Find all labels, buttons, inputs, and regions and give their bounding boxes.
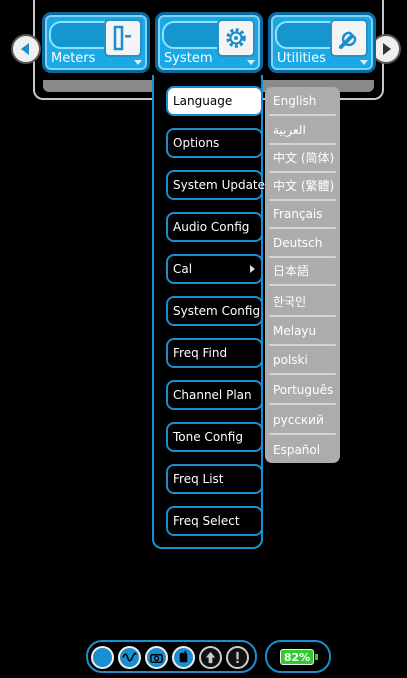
arrow-left-icon xyxy=(21,43,29,55)
chevron-down-icon xyxy=(134,60,142,65)
tab-utilities[interactable]: Utilities xyxy=(268,12,376,73)
record-button[interactable] xyxy=(91,646,114,669)
phone-button[interactable] xyxy=(172,646,195,669)
language-submenu: English العربية 中文 (简体) 中文 (繁體) Français… xyxy=(265,87,340,463)
tab-meters-label: Meters xyxy=(51,51,96,66)
battery-tip xyxy=(315,654,318,660)
tab-system[interactable]: System xyxy=(155,12,263,73)
language-option-spanish[interactable]: Español xyxy=(265,436,340,463)
tab-system-label: System xyxy=(164,51,213,66)
language-option-japanese[interactable]: 日本語 xyxy=(265,257,340,286)
waveform-button[interactable] xyxy=(118,646,141,669)
submenu-arrow-icon xyxy=(250,265,255,273)
language-option-malay[interactable]: Melayu xyxy=(265,317,340,346)
phone-icon xyxy=(179,650,188,663)
wrench-icon xyxy=(330,19,368,57)
battery-level: 82% xyxy=(283,650,311,664)
menu-item-label: Cal xyxy=(173,262,193,276)
chevron-down-icon xyxy=(247,60,255,65)
tab-utilities-label: Utilities xyxy=(277,51,326,66)
menu-item-label: Options xyxy=(173,136,220,150)
menu-item-freq-select[interactable]: Freq Select xyxy=(166,506,263,536)
tab-meters[interactable]: Meters xyxy=(42,12,150,73)
menu-item-label: System Config xyxy=(173,304,261,318)
up-arrow-button[interactable] xyxy=(199,646,222,669)
menu-item-language[interactable]: Language xyxy=(166,86,263,116)
alert-icon xyxy=(236,651,239,664)
menu-item-label: Freq List xyxy=(173,472,224,486)
language-option-english[interactable]: English xyxy=(265,87,340,116)
menu-item-audio-config[interactable]: Audio Config xyxy=(166,212,263,242)
menu-item-options[interactable]: Options xyxy=(166,128,263,158)
menu-item-system-config[interactable]: System Config xyxy=(166,296,263,326)
arrow-right-icon xyxy=(383,43,391,55)
menu-item-label: System Update xyxy=(173,178,266,192)
menu-item-label: Audio Config xyxy=(173,220,250,234)
gear-icon xyxy=(217,19,255,57)
chevron-down-icon xyxy=(360,60,368,65)
language-option-german[interactable]: Deutsch xyxy=(265,229,340,258)
menu-item-label: Tone Config xyxy=(173,430,243,444)
language-option-chinese-traditional[interactable]: 中文 (繁體) xyxy=(265,172,340,201)
language-option-portuguese[interactable]: Português xyxy=(265,376,340,405)
meters-icon xyxy=(104,19,142,57)
alert-button[interactable] xyxy=(226,646,249,669)
language-option-arabic[interactable]: العربية xyxy=(265,116,340,145)
battery-indicator: 82% xyxy=(265,640,331,673)
language-option-french[interactable]: Français xyxy=(265,200,340,229)
waveform-icon xyxy=(122,652,137,662)
battery-icon: 82% xyxy=(280,649,314,665)
menu-item-freq-list[interactable]: Freq List xyxy=(166,464,263,494)
menu-item-cal[interactable]: Cal xyxy=(166,254,263,284)
menu-item-system-update[interactable]: System Update xyxy=(166,170,266,200)
previous-page-button[interactable] xyxy=(11,34,41,64)
language-option-korean[interactable]: 한국인 xyxy=(265,288,340,317)
menu-item-freq-find[interactable]: Freq Find xyxy=(166,338,263,368)
up-arrow-icon xyxy=(205,651,216,664)
menu-item-label: Freq Select xyxy=(173,514,240,528)
menu-item-tone-config[interactable]: Tone Config xyxy=(166,422,263,452)
camera-button[interactable] xyxy=(145,646,168,669)
language-option-russian[interactable]: русский xyxy=(265,406,340,435)
menu-item-label: Language xyxy=(173,94,233,108)
menu-item-label: Channel Plan xyxy=(173,388,252,402)
camera-icon xyxy=(150,653,163,663)
status-bar xyxy=(86,640,257,673)
menu-item-label: Freq Find xyxy=(173,346,228,360)
menu-item-channel-plan[interactable]: Channel Plan xyxy=(166,380,263,410)
language-option-polish[interactable]: polski xyxy=(265,346,340,375)
language-option-chinese-simplified[interactable]: 中文 (简体) xyxy=(265,144,340,173)
